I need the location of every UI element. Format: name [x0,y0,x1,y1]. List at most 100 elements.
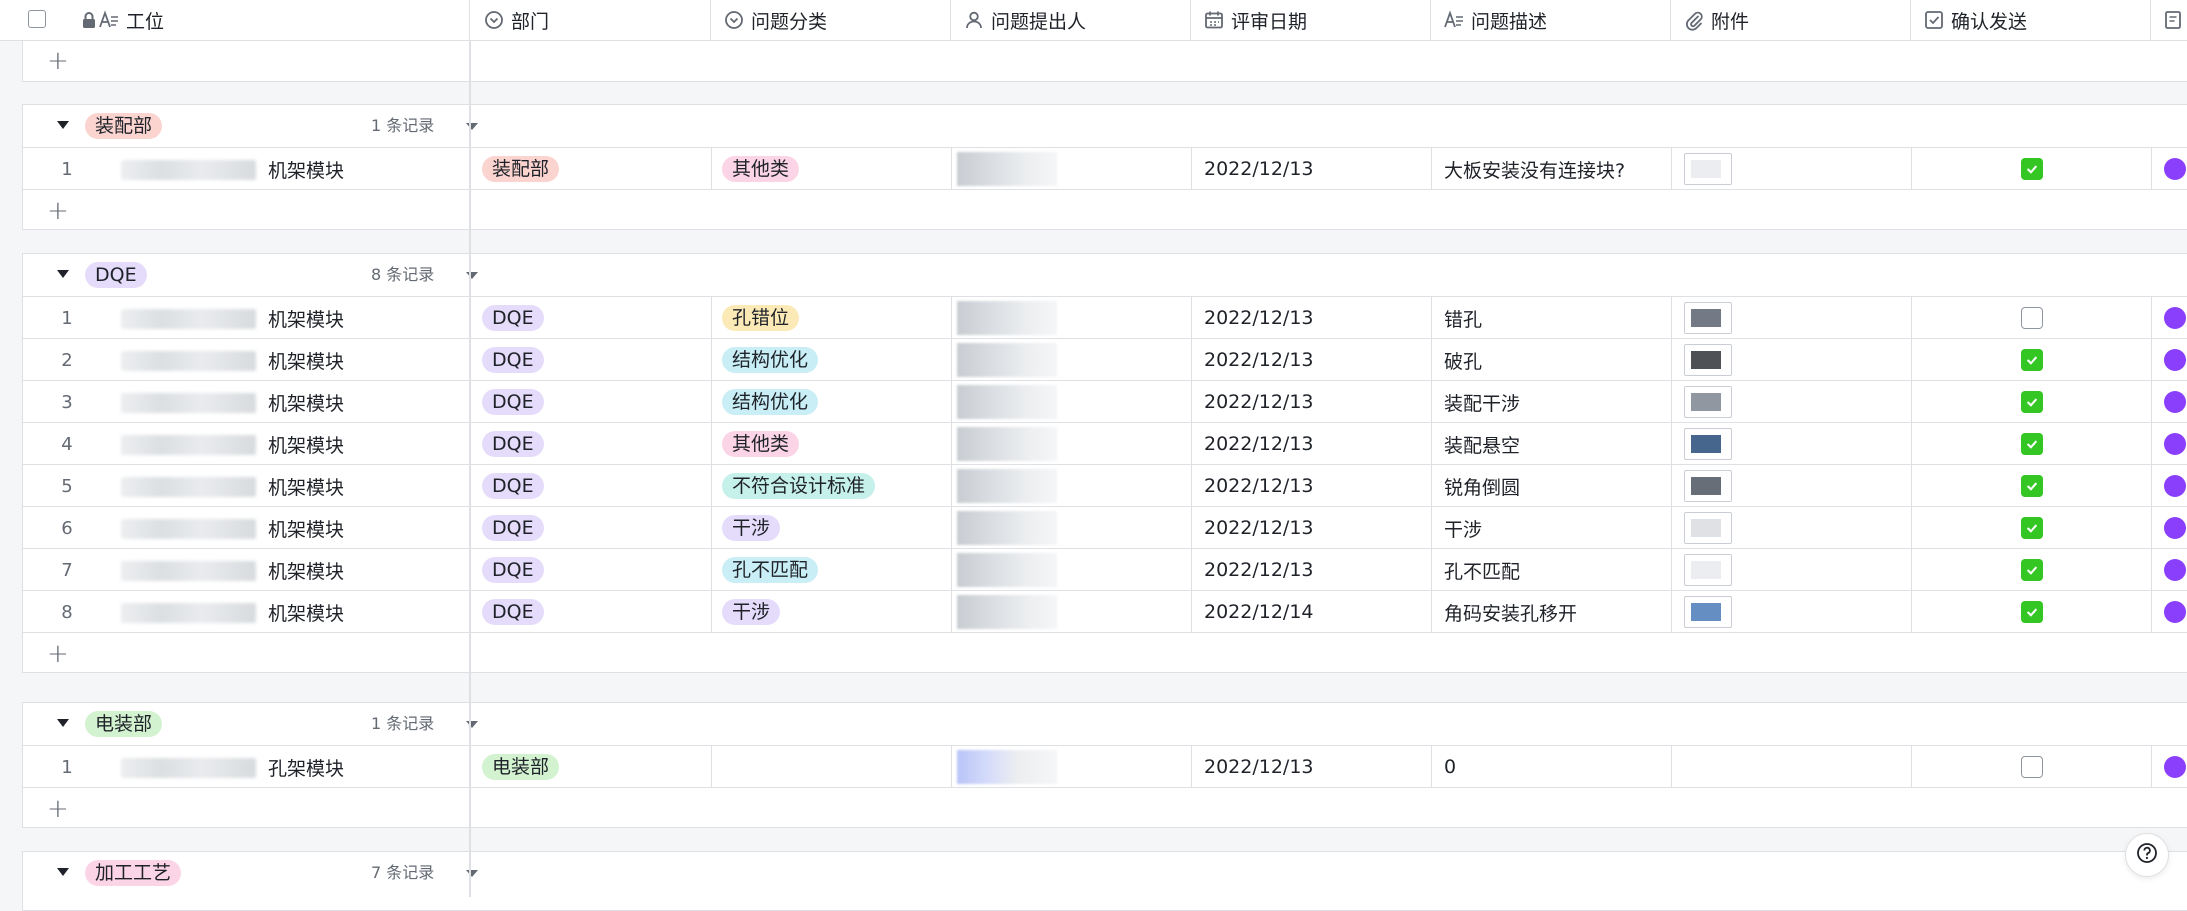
reporter-cell[interactable] [957,297,1192,339]
add-record-row[interactable]: + [23,632,2187,674]
station-cell[interactable]: 机架模块 [111,507,470,549]
station-cell[interactable]: 机架模块 [111,591,470,633]
category-cell[interactable]: 不符合设计标准 [722,465,952,507]
confirm-send-checkbox[interactable] [2021,517,2043,539]
plus-icon[interactable]: + [47,198,69,224]
description-cell[interactable]: 干涉 [1444,507,1672,549]
table-row[interactable]: 8 机架模块 DQE 干涉 2022/12/14 角码安装孔移开 [23,590,2187,633]
column-header-category[interactable]: 问题分类 [711,0,951,40]
reporter-cell[interactable] [957,339,1192,381]
attachment-thumbnail[interactable] [1684,596,1732,628]
select-all-checkbox[interactable] [28,10,46,28]
caret-down-icon[interactable] [57,121,69,129]
dept-cell[interactable]: DQE [482,591,712,633]
add-record-row[interactable]: + [23,40,2187,82]
reporter-cell[interactable] [957,465,1192,507]
attachment-cell[interactable] [1684,746,1912,788]
description-cell[interactable]: 装配悬空 [1444,423,1672,465]
dept-cell[interactable]: DQE [482,297,712,339]
review-date-cell[interactable]: 2022/12/13 [1204,381,1432,423]
dept-cell[interactable]: DQE [482,507,712,549]
column-header-attachment[interactable]: 附件 [1671,0,1911,40]
column-header-station[interactable]: 工位 [78,0,469,40]
description-cell[interactable]: 角码安装孔移开 [1444,591,1672,633]
category-cell[interactable] [722,746,952,788]
attachment-cell[interactable] [1684,591,1912,633]
category-cell[interactable]: 干涉 [722,591,952,633]
user-avatar[interactable] [2164,158,2186,180]
attachment-thumbnail[interactable] [1684,153,1732,185]
user-avatar[interactable] [2164,349,2186,371]
column-header-next[interactable] [2151,0,2187,40]
confirm-send-cell[interactable] [1912,297,2152,339]
confirm-send-checkbox[interactable] [2021,559,2043,581]
review-date-cell[interactable]: 2022/12/13 [1204,465,1432,507]
attachment-cell[interactable] [1684,381,1912,423]
dept-cell[interactable]: 装配部 [482,148,712,190]
count-dropdown-icon[interactable] [466,123,478,130]
user-avatar[interactable] [2164,559,2186,581]
confirm-send-checkbox[interactable] [2021,158,2043,180]
attachment-thumbnail[interactable] [1684,428,1732,460]
confirm-send-cell[interactable] [1912,465,2152,507]
confirm-send-cell[interactable] [1912,746,2152,788]
dept-cell[interactable]: DQE [482,549,712,591]
plus-icon[interactable]: + [47,48,69,74]
description-cell[interactable]: 0 [1444,746,1672,788]
confirm-send-checkbox[interactable] [2021,433,2043,455]
caret-down-icon[interactable] [57,719,69,727]
review-date-cell[interactable]: 2022/12/13 [1204,423,1432,465]
station-cell[interactable]: 机架模块 [111,297,470,339]
add-record-row[interactable]: + [23,189,2187,231]
column-header-reporter[interactable]: 问题提出人 [951,0,1191,40]
attachment-thumbnail[interactable] [1684,554,1732,586]
caret-down-icon[interactable] [57,868,69,876]
category-cell[interactable]: 其他类 [722,148,952,190]
dept-cell[interactable]: DQE [482,423,712,465]
description-cell[interactable]: 孔不匹配 [1444,549,1672,591]
frozen-column-divider[interactable] [469,40,471,897]
caret-down-icon[interactable] [57,270,69,278]
attachment-cell[interactable] [1684,148,1912,190]
station-cell[interactable]: 机架模块 [111,465,470,507]
station-cell[interactable]: 机架模块 [111,339,470,381]
review-date-cell[interactable]: 2022/12/13 [1204,549,1432,591]
column-header-dept[interactable]: 部门 [471,0,711,40]
confirm-send-checkbox[interactable] [2021,475,2043,497]
column-header-confirm-send[interactable]: 确认发送 [1911,0,2151,40]
column-header-description[interactable]: 问题描述 [1431,0,1671,40]
add-record-row[interactable]: + [23,787,2187,829]
attachment-thumbnail[interactable] [1684,386,1732,418]
attachment-cell[interactable] [1684,297,1912,339]
category-cell[interactable]: 干涉 [722,507,952,549]
dept-cell[interactable]: DQE [482,381,712,423]
reporter-cell[interactable] [957,746,1192,788]
reporter-cell[interactable] [957,148,1192,190]
table-row[interactable]: 6 机架模块 DQE 干涉 2022/12/13 干涉 [23,506,2187,549]
station-cell[interactable]: 机架模块 [111,423,470,465]
group-header[interactable]: 加工工艺 7 条记录 [23,852,2187,894]
description-cell[interactable]: 破孔 [1444,339,1672,381]
count-dropdown-icon[interactable] [466,870,478,877]
confirm-send-checkbox[interactable] [2021,307,2043,329]
user-avatar[interactable] [2164,756,2186,778]
review-date-cell[interactable]: 2022/12/13 [1204,507,1432,549]
attachment-thumbnail[interactable] [1684,344,1732,376]
table-row[interactable]: 7 机架模块 DQE 孔不匹配 2022/12/13 孔不匹配 [23,548,2187,591]
category-cell[interactable]: 孔错位 [722,297,952,339]
confirm-send-cell[interactable] [1912,381,2152,423]
category-cell[interactable]: 孔不匹配 [722,549,952,591]
reporter-cell[interactable] [957,507,1192,549]
description-cell[interactable]: 锐角倒圆 [1444,465,1672,507]
reporter-cell[interactable] [957,591,1192,633]
table-row[interactable]: 3 机架模块 DQE 结构优化 2022/12/13 装配干涉 [23,380,2187,423]
help-button[interactable] [2125,833,2169,877]
confirm-send-checkbox[interactable] [2021,601,2043,623]
category-cell[interactable]: 结构优化 [722,339,952,381]
attachment-cell[interactable] [1684,549,1912,591]
user-avatar[interactable] [2164,601,2186,623]
description-cell[interactable]: 装配干涉 [1444,381,1672,423]
group-header[interactable]: DQE 8 条记录 [23,254,2187,296]
review-date-cell[interactable]: 2022/12/13 [1204,148,1432,190]
plus-icon[interactable]: + [47,796,69,822]
